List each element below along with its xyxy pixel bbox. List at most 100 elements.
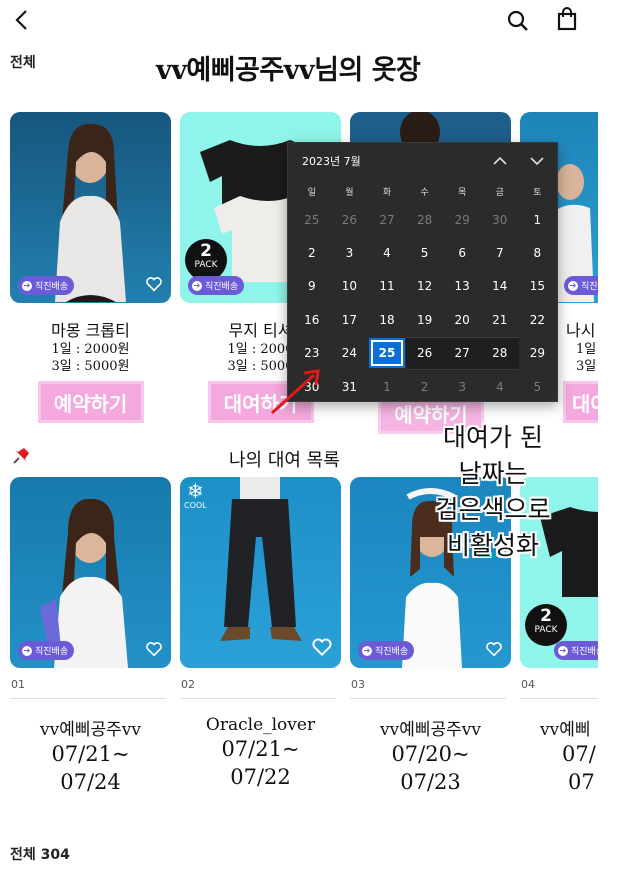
rental-number: 02 [181,678,195,691]
chevron-down-icon[interactable] [529,153,545,169]
rental-start-date: 07/ [562,742,596,766]
shopping-bag-icon[interactable] [554,6,580,32]
calendar-day[interactable]: 25 [293,203,331,236]
calendar-day[interactable]: 10 [331,270,369,303]
direct-shipping-badge: ➔직진배송 [18,641,75,660]
calendar-day[interactable]: 27 [368,203,406,236]
chevron-up-icon[interactable] [492,153,508,169]
weekday-label: 월 [345,187,354,198]
filter-all-label[interactable]: 전체 [10,52,36,72]
calendar-grid: 일 월 화 수 목 금 토 25 26 27 28 29 30 1 2 3 4 5 6 7 8 9 10 11 12 13 14 15… [288,179,557,403]
heart-icon[interactable] [145,275,163,293]
product-name: 마몽 크롭티 [51,321,130,340]
calendar-day[interactable]: 3 [331,236,369,269]
weekday-label: 목 [458,187,467,198]
rental-user: Oracle_lover [205,715,316,735]
calendar-day[interactable]: 2 [293,236,331,269]
calendar-day-disabled: 27 [443,336,481,370]
rental-user: vv예삐공주vv [380,720,481,740]
reserve-button[interactable]: 예약하기 [37,381,144,423]
weekday-label: 수 [420,187,429,198]
weekday-label: 토 [533,187,542,198]
calendar-day[interactable]: 16 [293,303,331,336]
divider [10,698,166,699]
heart-icon[interactable] [311,636,333,658]
product-image[interactable]: ➔직진배송 [10,112,171,303]
calendar-day[interactable]: 5 [519,370,557,403]
calendar-day[interactable]: 2 [406,370,444,403]
pushpin-icon [11,446,31,466]
calendar-day-disabled: 26 [405,336,444,370]
calendar-day[interactable]: 11 [368,270,406,303]
cool-badge: ❄ COOL [184,479,207,510]
rental-image[interactable]: ➔ 직진배송 [10,477,171,668]
calendar-day[interactable]: 4 [481,370,519,403]
rental-card[interactable]: ➔ 직진배송 01 vv예삐공주vv 07/21~ 07/24 [10,477,171,796]
calendar-day[interactable]: 15 [519,270,557,303]
calendar-day[interactable]: 29 [519,337,557,370]
calendar-day[interactable]: 5 [406,236,444,269]
calendar-day[interactable]: 14 [481,270,519,303]
calendar-day[interactable]: 19 [406,303,444,336]
product-card[interactable]: ➔ 직진배송 마몽 크롭티 1일 : 2000원 3일 : 5000원 예약하기 [10,112,171,423]
weekday-label: 일 [307,187,316,198]
chevron-left-icon[interactable] [10,8,34,32]
rental-number: 01 [11,678,25,691]
rental-list-title: 나의 대여 목록 [229,450,340,471]
two-pack-badge: 2 PACK [525,604,567,646]
direct-shipping-badge: ➔직진배송 [564,276,598,295]
calendar-day[interactable]: 13 [443,270,481,303]
calendar-day[interactable]: 6 [443,236,481,269]
calendar-day[interactable]: 1 [368,370,406,403]
rental-number: 04 [521,678,535,691]
calendar-day[interactable]: 3 [443,370,481,403]
calendar-day[interactable]: 7 [481,236,519,269]
calendar-day[interactable]: 29 [443,203,481,236]
price-1day: 1일 : 2000원 [51,342,130,357]
two-pack-badge: 2 PACK [185,239,227,281]
calendar-day[interactable]: 28 [406,203,444,236]
search-icon[interactable] [505,8,531,34]
rental-card[interactable]: ❄ COOL 02 Oracle_lover 07/21~ 07/22 [180,477,341,791]
total-count-label: 전체 304 [10,847,70,863]
calendar-day[interactable]: 22 [519,303,557,336]
calendar-day[interactable]: 26 [331,203,369,236]
direct-shipping-badge: ➔직진배송 [554,641,598,660]
rental-end-date: 07/22 [230,765,291,789]
calendar-day[interactable]: 4 [368,236,406,269]
page-title: vv예삐공주vv님의 옷장 [156,55,421,86]
weekday-label: 금 [495,187,504,198]
rental-user: vv예삐 [540,720,591,740]
calendar-day[interactable]: 12 [406,270,444,303]
calendar-day-selected[interactable]: 25 [368,337,406,370]
calendar-day[interactable]: 30 [481,203,519,236]
calendar-day[interactable]: 20 [443,303,481,336]
heart-icon[interactable] [485,640,503,658]
calendar-day[interactable]: 18 [368,303,406,336]
calendar-day[interactable]: 9 [293,270,331,303]
rental-end-date: 07/23 [400,770,461,794]
rental-start-date: 07/20~ [391,742,470,766]
calendar-day-disabled: 28 [480,336,519,370]
calendar-day[interactable]: 8 [519,236,557,269]
calendar-day[interactable]: 24 [331,337,369,370]
rental-image[interactable]: ❄ COOL [180,477,341,668]
direct-shipping-badge: ➔직진배송 [358,641,415,660]
annotation-note: 대여가 된 날짜는 검은색으로 비활성화 [435,423,551,560]
calendar-day[interactable]: 17 [331,303,369,336]
red-arrow-icon [270,369,320,415]
rental-end-date: 07 [568,770,595,794]
date-picker-popup[interactable]: 2023년 7월 일 월 화 수 목 금 토 25 26 27 28 29 30 1 2 3 4 5 6 7 8 9 10 1… [287,142,558,402]
rental-start-date: 07/21~ [221,737,300,761]
calendar-day[interactable]: 21 [481,303,519,336]
heart-icon[interactable] [145,640,163,658]
divider [350,698,506,699]
calendar-day[interactable]: 1 [519,203,557,236]
calendar-day[interactable]: 31 [331,370,369,403]
calendar-month-label[interactable]: 2023년 7월 [302,153,361,169]
rent-button[interactable]: 대여 [563,381,598,423]
price-3day: 3일 : 5000원 [51,359,130,374]
rental-end-date: 07/24 [60,770,121,794]
divider [520,698,598,699]
divider [180,698,336,699]
